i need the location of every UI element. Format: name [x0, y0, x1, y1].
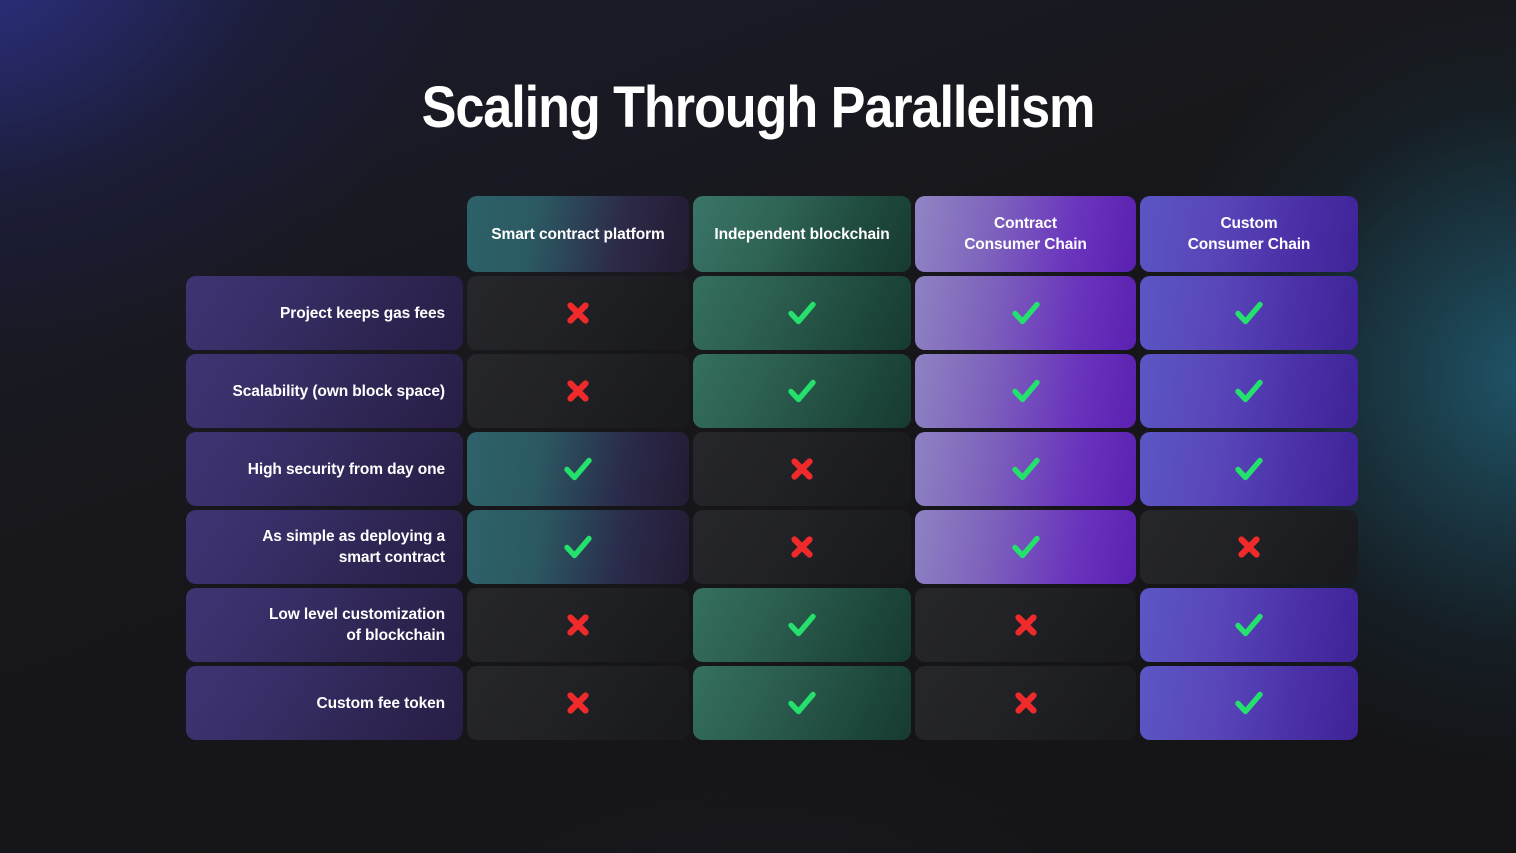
matrix-cell-r1-c4: [1140, 276, 1358, 350]
cross-icon: [791, 458, 813, 480]
cross-icon: [1238, 536, 1260, 558]
check-icon: [1011, 301, 1040, 325]
comparison-matrix: Smart contract platform Independent block…: [186, 196, 1358, 740]
cross-icon: [1014, 692, 1037, 714]
matrix-cell-r6-c3: [915, 666, 1136, 740]
row-label-6: Custom fee token: [186, 666, 463, 740]
column-header-4: Custom Consumer Chain: [1140, 196, 1358, 272]
row-label-2: Scalability (own block space): [186, 354, 463, 428]
row-label-line: As simple as deploying a: [262, 528, 445, 545]
column-header-line: Consumer Chain: [1187, 236, 1311, 253]
matrix-cell-r1-c1: [467, 276, 689, 350]
row-label-line: Project keeps gas fees: [280, 304, 445, 322]
row-label-line: Scalability (own block space): [232, 382, 446, 400]
matrix-cell-r2-c4: [1140, 354, 1358, 428]
cross-icon: [1014, 614, 1037, 636]
matrix-cell-r5-c1: [467, 588, 689, 662]
matrix-cell-r4-c1: [467, 510, 689, 584]
cross-icon: [791, 536, 813, 558]
check-icon: [564, 535, 592, 559]
column-header-3: Contract Consumer Chain: [915, 196, 1136, 272]
cross-icon: [567, 614, 589, 636]
row-label-line: smart contract: [338, 549, 445, 566]
column-header-line: Smart contract platform: [491, 225, 665, 243]
matrix-cell-r2-c1: [467, 354, 689, 428]
matrix-corner-spacer: [186, 196, 463, 272]
matrix-cell-r3-c4: [1140, 432, 1358, 506]
matrix-cell-r3-c3: [915, 432, 1136, 506]
row-label-line: Custom fee token: [316, 694, 446, 712]
column-header-2: Independent blockchain: [693, 196, 911, 272]
matrix-cell-r5-c2: [693, 588, 911, 662]
matrix-cell-r6-c1: [467, 666, 689, 740]
column-header-1: Smart contract platform: [467, 196, 689, 272]
slide-root: Scaling Through Parallelism Smart contra…: [0, 0, 1516, 853]
check-icon: [1011, 535, 1040, 559]
cross-icon: [567, 380, 589, 402]
row-label-3: High security from day one: [186, 432, 463, 506]
matrix-cell-r1-c2: [693, 276, 911, 350]
row-label-4: As simple as deploying a smart contract: [186, 510, 463, 584]
check-icon: [788, 379, 816, 403]
matrix-cell-r2-c2: [693, 354, 911, 428]
check-icon: [1235, 301, 1263, 325]
matrix-cell-r4-c4: [1140, 510, 1358, 584]
matrix-cell-r6-c2: [693, 666, 911, 740]
check-icon: [564, 457, 592, 481]
matrix-cell-r4-c3: [915, 510, 1136, 584]
matrix-cell-r6-c4: [1140, 666, 1358, 740]
check-icon: [788, 613, 816, 637]
column-header-line: Custom: [1220, 215, 1278, 232]
page-title: Scaling Through Parallelism: [421, 75, 1096, 140]
check-icon: [788, 301, 816, 325]
matrix-cell-r3-c2: [693, 432, 911, 506]
matrix-cell-r3-c1: [467, 432, 689, 506]
check-icon: [1011, 379, 1040, 403]
check-icon: [1235, 457, 1263, 481]
check-icon: [1235, 613, 1263, 637]
column-header-line: Contract: [994, 215, 1057, 232]
column-header-line: Consumer Chain: [964, 236, 1087, 253]
matrix-cell-r2-c3: [915, 354, 1136, 428]
cross-icon: [567, 302, 589, 324]
matrix-cell-r5-c3: [915, 588, 1136, 662]
check-icon: [1011, 457, 1040, 481]
matrix-cell-r5-c4: [1140, 588, 1358, 662]
check-icon: [788, 691, 816, 715]
matrix-cell-r1-c3: [915, 276, 1136, 350]
check-icon: [1235, 379, 1263, 403]
row-label-line: of blockchain: [346, 627, 445, 644]
check-icon: [1235, 691, 1263, 715]
row-label-line: Low level customization: [269, 606, 445, 623]
column-header-line: Independent blockchain: [714, 225, 890, 243]
row-label-line: High security from day one: [247, 460, 445, 478]
matrix-cell-r4-c2: [693, 510, 911, 584]
row-label-1: Project keeps gas fees: [186, 276, 463, 350]
cross-icon: [567, 692, 589, 714]
row-label-5: Low level customization of blockchain: [186, 588, 463, 662]
